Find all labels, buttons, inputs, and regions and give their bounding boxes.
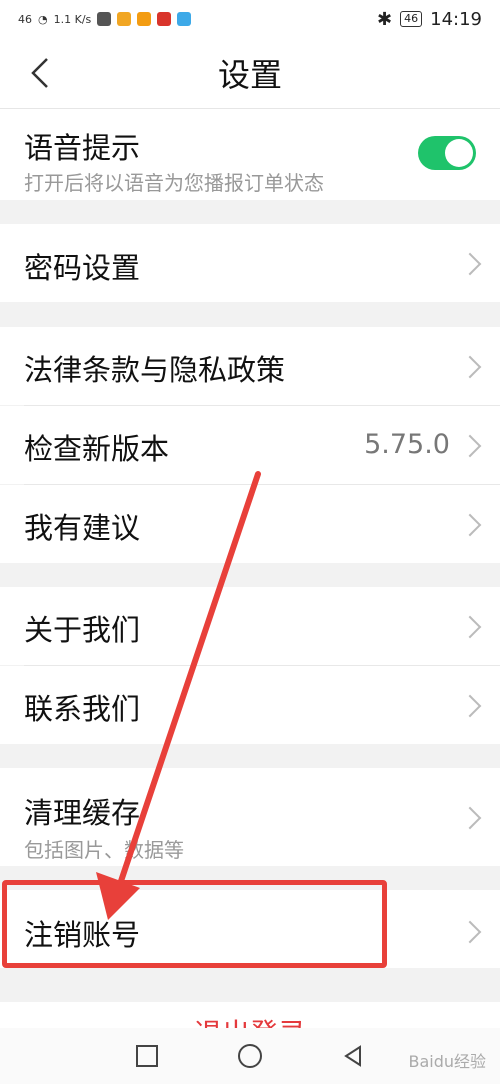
back-nav-button[interactable] bbox=[342, 1045, 364, 1067]
home-button[interactable] bbox=[238, 1044, 262, 1068]
annotation-arrow bbox=[96, 471, 261, 920]
watermark: Baidu经验 bbox=[408, 1052, 486, 1071]
recents-button[interactable] bbox=[136, 1045, 158, 1067]
